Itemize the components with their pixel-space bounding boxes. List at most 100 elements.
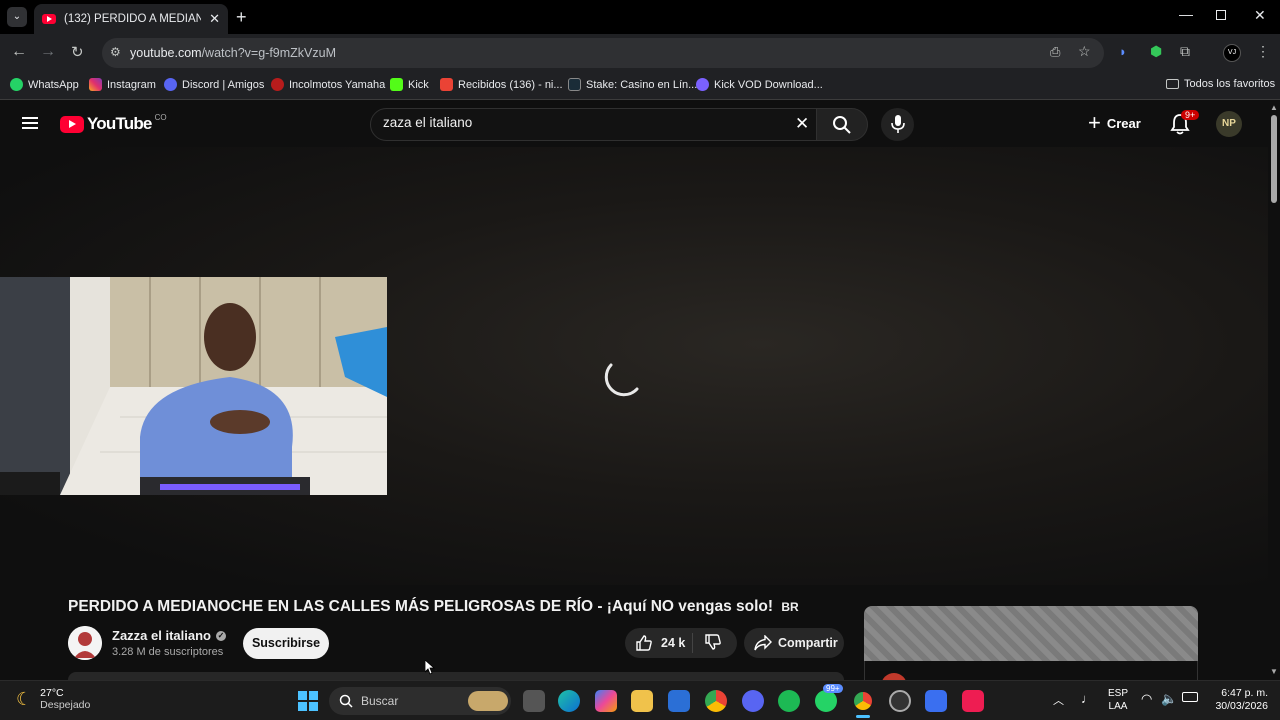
tab-strip: ⌄ (132) PERDIDO A MEDIANOCHE ✕ + — ✕ bbox=[0, 0, 1280, 34]
app-gear-icon[interactable] bbox=[889, 690, 911, 712]
sidebar-ad-row bbox=[864, 661, 1198, 699]
site-info-icon[interactable]: ⚙ bbox=[110, 45, 121, 59]
menu-kebab-icon[interactable]: ⋮ bbox=[1256, 43, 1270, 60]
tray-mic-icon[interactable]: ♩ bbox=[1081, 691, 1094, 706]
close-tab-icon[interactable]: ✕ bbox=[209, 11, 220, 27]
sidebar-ad-thumbnail[interactable] bbox=[864, 606, 1198, 661]
bookmark-instagram[interactable]: Instagram bbox=[89, 78, 156, 91]
stake-icon bbox=[568, 78, 581, 91]
channel-avatar[interactable] bbox=[68, 626, 102, 660]
bookmark-kick-vod[interactable]: Kick VOD Download... bbox=[696, 78, 823, 91]
tiktok-icon[interactable] bbox=[962, 690, 984, 712]
description-panel-edge bbox=[68, 672, 844, 680]
spotify-icon[interactable] bbox=[778, 690, 800, 712]
kick-icon bbox=[390, 78, 403, 91]
like-button[interactable]: 24 k bbox=[625, 633, 693, 653]
search-input[interactable] bbox=[383, 115, 783, 130]
url-text[interactable]: youtube.com/watch?v=g-f9mZkVzuM bbox=[130, 46, 336, 60]
tab-youtube[interactable]: (132) PERDIDO A MEDIANOCHE ✕ bbox=[34, 4, 228, 34]
bookmark-discord[interactable]: Discord | Amigos bbox=[164, 78, 264, 91]
create-button[interactable]: + Crear bbox=[1088, 110, 1141, 135]
scrollbar-thumb[interactable] bbox=[1271, 115, 1277, 203]
microsoft-store-icon[interactable] bbox=[668, 690, 690, 712]
chrome-icon[interactable] bbox=[705, 690, 727, 712]
extensions-puzzle-icon[interactable]: ⧉ bbox=[1180, 43, 1190, 60]
close-window-button[interactable]: ✕ bbox=[1254, 7, 1266, 24]
like-dislike-group: 24 k bbox=[625, 628, 737, 658]
profile-avatar[interactable]: VJ bbox=[1223, 44, 1241, 62]
whatsapp-badge: 99+ bbox=[823, 684, 843, 693]
clear-search-icon[interactable]: ✕ bbox=[795, 114, 809, 134]
bookmark-incolmotos[interactable]: Incolmotos Yamaha bbox=[271, 78, 385, 91]
tab-title: (132) PERDIDO A MEDIANOCHE bbox=[64, 13, 202, 25]
bookmark-stake[interactable]: Stake: Casino en Lín... bbox=[568, 78, 697, 91]
discord-icon[interactable] bbox=[742, 690, 764, 712]
weather-desc: Despejado bbox=[40, 699, 91, 711]
forward-arrow-icon[interactable]: → bbox=[40, 43, 56, 61]
verified-check-icon: ✓ bbox=[215, 630, 226, 641]
chrome-profile-icon[interactable] bbox=[852, 690, 874, 712]
weather-temp: 27°C bbox=[40, 687, 64, 699]
youtube-logo[interactable]: YouTube CO bbox=[60, 113, 167, 134]
channel-name[interactable]: Zazza el italiano ✓ bbox=[112, 628, 226, 643]
tab-search-button[interactable]: ⌄ bbox=[7, 7, 27, 27]
all-bookmarks-folder[interactable]: Todos los favoritos bbox=[1166, 78, 1275, 90]
account-avatar[interactable]: NP bbox=[1216, 111, 1242, 137]
bookmark-star-icon[interactable]: ☆ bbox=[1078, 43, 1091, 60]
mouse-cursor-icon bbox=[425, 660, 435, 675]
active-app-indicator bbox=[856, 715, 870, 718]
voice-search-button[interactable] bbox=[881, 108, 914, 141]
scroll-down-arrow-icon[interactable]: ▼ bbox=[1270, 667, 1278, 676]
extension-green-icon[interactable]: ⬢ bbox=[1150, 43, 1162, 60]
address-bar[interactable]: ⚙ youtube.com/watch?v=g-f9mZkVzuM ⎙ ☆ bbox=[102, 38, 1104, 68]
file-explorer-icon[interactable] bbox=[631, 690, 653, 712]
notifications-button[interactable]: 9+ bbox=[1170, 110, 1200, 140]
taskbar-search-box[interactable]: Buscar bbox=[329, 687, 511, 715]
edge-icon[interactable] bbox=[558, 690, 580, 712]
hamburger-menu-icon[interactable] bbox=[22, 117, 38, 129]
channel-avatar-image bbox=[68, 626, 102, 660]
weather-widget[interactable]: ☾ 27°C Despejado bbox=[16, 687, 90, 711]
whatsapp-icon[interactable]: 99+ bbox=[815, 684, 843, 712]
tray-chevron-up-icon[interactable]: ︿ bbox=[1053, 692, 1064, 708]
scroll-up-arrow-icon[interactable]: ▲ bbox=[1270, 103, 1278, 112]
new-tab-button[interactable]: + bbox=[236, 7, 247, 28]
moon-weather-icon: ☾ bbox=[16, 688, 33, 709]
youtube-header: YouTube CO ✕ + Crear 9+ NP bbox=[0, 101, 1268, 147]
windows-start-icon[interactable] bbox=[298, 691, 318, 711]
bookmark-kick[interactable]: Kick bbox=[390, 78, 429, 91]
search-highlight-image bbox=[468, 691, 508, 711]
battery-icon[interactable] bbox=[1182, 692, 1198, 702]
maximize-button[interactable] bbox=[1216, 10, 1226, 20]
roblox-icon[interactable] bbox=[925, 690, 947, 712]
language-indicator[interactable]: ESP LAA bbox=[1108, 687, 1128, 713]
search-button[interactable] bbox=[816, 108, 868, 141]
share-button[interactable]: Compartir bbox=[744, 628, 844, 658]
copilot-icon[interactable] bbox=[595, 690, 617, 712]
clock[interactable]: 6:47 p. m. 30/03/2026 bbox=[1208, 687, 1268, 713]
install-app-icon[interactable]: ⎙ bbox=[1050, 44, 1060, 60]
extension-audio-icon[interactable]: ◗ bbox=[1119, 44, 1127, 59]
instagram-icon bbox=[89, 78, 102, 91]
plus-icon: + bbox=[1088, 110, 1101, 135]
volume-icon[interactable]: 🔈 bbox=[1161, 691, 1177, 707]
share-arrow-icon bbox=[754, 635, 772, 651]
thumbs-up-icon bbox=[636, 635, 652, 651]
dislike-button[interactable] bbox=[693, 633, 722, 654]
loading-spinner-icon bbox=[604, 363, 639, 397]
minimize-button[interactable]: — bbox=[1179, 6, 1193, 22]
back-arrow-icon[interactable]: ← bbox=[11, 43, 27, 61]
kick-vod-icon bbox=[696, 78, 709, 91]
subscribe-button[interactable]: Suscribirse bbox=[243, 628, 329, 659]
bookmarks-bar: WhatsApp Instagram Discord | Amigos Inco… bbox=[0, 72, 1280, 100]
bookmark-gmail[interactable]: Recibidos (136) - ni... bbox=[440, 78, 563, 91]
bookmark-whatsapp[interactable]: WhatsApp bbox=[10, 78, 79, 91]
folder-icon bbox=[1166, 79, 1179, 89]
reload-icon[interactable]: ↻ bbox=[71, 43, 84, 61]
wifi-icon[interactable]: ◠ bbox=[1141, 691, 1152, 707]
task-view-icon[interactable] bbox=[523, 690, 545, 712]
yamaha-icon bbox=[271, 78, 284, 91]
search-icon bbox=[339, 694, 353, 708]
page-scrollbar[interactable]: ▲ ▼ bbox=[1268, 101, 1280, 680]
discord-icon bbox=[164, 78, 177, 91]
